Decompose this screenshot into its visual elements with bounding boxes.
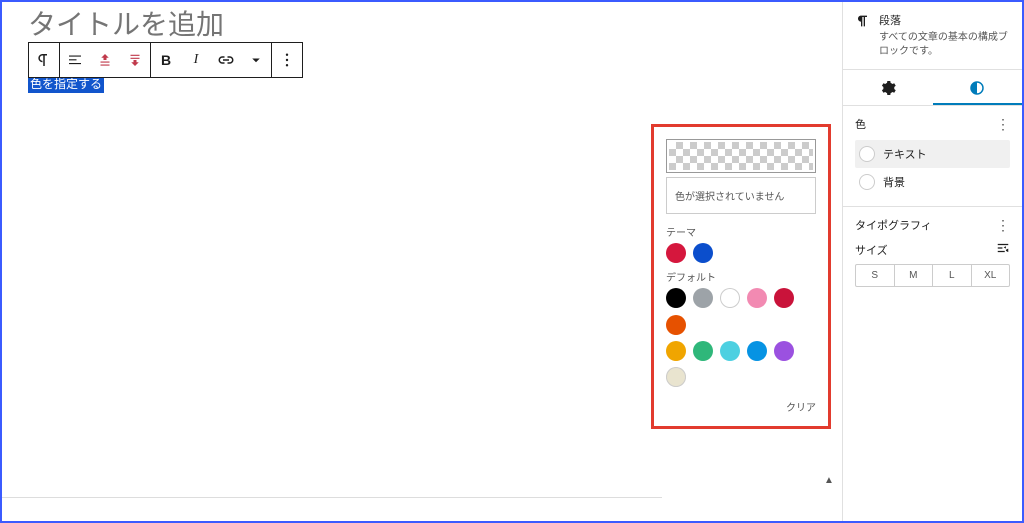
block-type-desc: すべての文章の基本の構成ブロックです。 [879,31,1010,59]
no-color-message: 色が選択されていません [666,177,816,214]
link-button[interactable] [211,43,241,77]
color-swatch[interactable] [693,288,713,308]
color-preview[interactable] [666,139,816,173]
block-type-name: 段落 [879,12,901,28]
size-label: サイズ [855,242,888,258]
color-picker-popup: 色が選択されていません テーマ デフォルト クリア [651,124,831,429]
paragraph-icon [855,13,871,29]
color-swatch[interactable] [774,288,794,308]
background-color-swatch [859,174,875,190]
settings-sidebar: 段落 すべての文章の基本の構成ブロックです。 色 ⋮ テキスト 背景 タイポグラ… [842,2,1022,521]
styles-tab[interactable] [933,70,1023,106]
theme-colors-label: テーマ [666,224,816,239]
color-section-title: 色 [855,116,866,132]
color-swatch[interactable] [666,288,686,308]
color-swatch[interactable] [774,341,794,361]
bold-button[interactable]: B [151,43,181,77]
default-colors-label: デフォルト [666,269,816,284]
settings-tab[interactable] [843,70,933,106]
toolbar-options-button[interactable] [272,43,302,77]
size-custom-button[interactable] [996,241,1010,258]
size-button-m[interactable]: M [895,265,934,286]
size-button-s[interactable]: S [856,265,895,286]
scroll-up-icon[interactable]: ▲ [820,471,838,489]
color-swatch[interactable] [666,367,686,387]
color-swatch[interactable] [747,341,767,361]
post-title-placeholder[interactable]: タイトルを追加 [22,4,822,42]
color-swatch[interactable] [693,243,713,263]
color-swatch[interactable] [720,341,740,361]
typography-section-title: タイポグラフィ [855,217,932,233]
contrast-icon [968,79,986,97]
background-color-label: 背景 [883,174,905,190]
color-swatch[interactable] [666,315,686,335]
align-button[interactable] [60,43,90,77]
editor-footer [2,497,662,521]
text-color-label: テキスト [883,146,927,162]
gear-icon [879,79,897,97]
clear-color-button[interactable]: クリア [666,393,816,414]
color-swatch[interactable] [693,341,713,361]
color-swatch[interactable] [720,288,740,308]
block-toolbar: B I [28,42,303,78]
italic-button[interactable]: I [181,43,211,77]
move-down-button[interactable] [120,43,150,77]
color-swatch[interactable] [666,243,686,263]
background-color-row[interactable]: 背景 [855,168,1010,196]
color-swatch[interactable] [747,288,767,308]
text-color-swatch [859,146,875,162]
size-button-xl[interactable]: XL [972,265,1010,286]
checkerboard-icon [669,142,813,170]
size-button-l[interactable]: L [933,265,972,286]
text-color-row[interactable]: テキスト [855,140,1010,168]
color-swatch[interactable] [666,341,686,361]
move-up-button[interactable] [90,43,120,77]
more-rich-text-button[interactable] [241,43,271,77]
block-type-button[interactable] [29,43,59,77]
